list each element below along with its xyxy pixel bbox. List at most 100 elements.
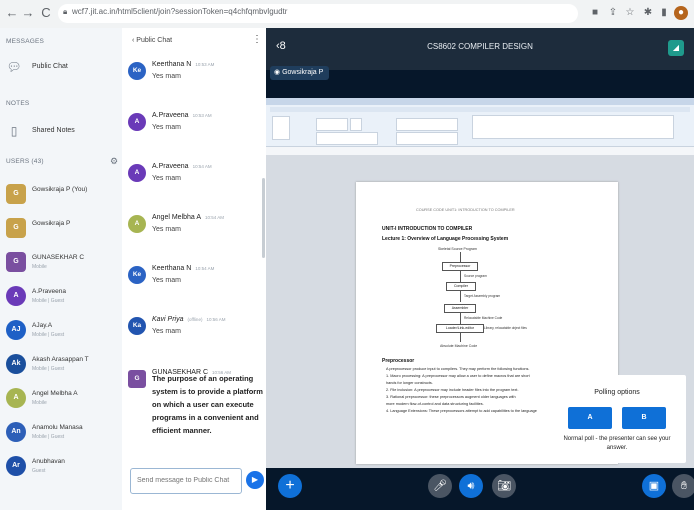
meeting-topbar: ‹8 CS8602 COMPILER DESIGN ◢ xyxy=(266,28,694,70)
reload-icon[interactable]: C xyxy=(38,5,54,21)
paragraph-buttons xyxy=(396,118,458,131)
user-list-item[interactable]: An Anamolu Manasa Mobile | Guest xyxy=(6,420,116,456)
user-status: Guest xyxy=(32,468,46,474)
message-time: 10:54 AM xyxy=(192,164,212,169)
offline-label: (offline) xyxy=(187,317,203,322)
user-name: Gowsikraja P xyxy=(32,220,71,227)
avatar: G xyxy=(6,184,26,204)
poll-note: Normal poll - the presenter can see your… xyxy=(563,436,671,451)
user-list-item[interactable]: AJ AJay.A Mobile | Guest xyxy=(6,318,116,354)
message-time: 10:53 AM xyxy=(195,62,215,67)
format-buttons xyxy=(316,132,378,145)
avatar: A xyxy=(128,215,146,233)
poll-option-b-button[interactable]: B xyxy=(622,407,666,429)
section-heading: Preprocessor xyxy=(382,358,415,364)
connection-status-icon[interactable]: ◢ xyxy=(668,40,684,56)
chat-bubbles-icon: 💬︎ xyxy=(6,60,22,74)
flow-box-compiler: Compiler xyxy=(446,282,476,291)
user-status: Mobile | Guest xyxy=(32,366,65,372)
poll-title: Polling options xyxy=(594,389,640,396)
notes-section-header: NOTES xyxy=(6,100,30,107)
user-name: A.Praveena xyxy=(32,288,66,295)
user-status: Mobile | Guest xyxy=(32,332,65,338)
styles-gallery xyxy=(472,115,674,139)
chat-header[interactable]: ‹ Public Chat xyxy=(132,37,172,44)
audio-speaker-button[interactable]: 🔊︎ xyxy=(459,474,483,498)
send-message-button[interactable]: ▶ xyxy=(246,471,264,489)
message-input-field[interactable] xyxy=(137,477,237,484)
user-list-item[interactable]: A Angel Melbha A Mobile xyxy=(6,386,116,422)
actions-plus-button[interactable]: + xyxy=(278,474,302,498)
avatar: A xyxy=(128,164,146,182)
public-chat-panel: ‹ Public Chat ⋮ Ke Keerthana N 10:53 AM Yes… xyxy=(122,28,267,510)
user-list-item[interactable]: Ar Anubhavan Guest xyxy=(6,454,116,490)
user-status: Mobile | Guest xyxy=(32,434,65,440)
avatar: G xyxy=(128,370,146,388)
sidebar-item-public-chat[interactable]: 💬︎ Public Chat xyxy=(6,58,116,78)
profile-avatar-icon[interactable]: ● xyxy=(674,6,688,20)
bookmark-star-icon[interactable]: ☆ xyxy=(623,6,637,20)
word-title-bar xyxy=(266,98,694,105)
flow-label: Relocatable Machine Code xyxy=(464,316,503,320)
presenter-icon: ◉ xyxy=(274,69,283,76)
user-list-item[interactable]: Ak Akash Arasappan T Mobile | Guest xyxy=(6,352,116,388)
avatar: Ke xyxy=(128,62,146,80)
message-text: Yes mam xyxy=(152,73,181,80)
camera-icon[interactable]: 📷︎ xyxy=(492,474,516,498)
raise-hand-icon[interactable]: ✋︎ xyxy=(672,474,694,498)
message-text: Yes mam xyxy=(152,328,181,335)
back-icon[interactable]: ← xyxy=(4,5,20,21)
chat-scrollbar[interactable] xyxy=(262,178,265,258)
more-options-icon[interactable]: ⋮ xyxy=(252,34,262,45)
user-name: Anubhavan xyxy=(32,458,65,465)
avatar: An xyxy=(6,422,26,442)
avatar: G xyxy=(6,252,26,272)
message-author: Kavi Priya (offline) 10:56 AM xyxy=(152,316,226,323)
message-author: Angel Melbha A 10:54 AM xyxy=(152,214,225,221)
flow-label: Target Assembly program xyxy=(464,294,501,298)
extension-icon[interactable]: ■ xyxy=(588,6,602,20)
messages-section-header: MESSAGES xyxy=(6,38,45,45)
user-list-item[interactable]: G Gowsikraja P (You) xyxy=(6,182,116,218)
avatar: A xyxy=(6,286,26,306)
tab-icon[interactable]: ▮ xyxy=(657,6,671,20)
message-time: 10:56 AM xyxy=(206,317,226,322)
word-menu-tabs xyxy=(270,107,690,112)
avatar: Ak xyxy=(6,354,26,374)
flow-arrow xyxy=(460,270,461,282)
user-name: AJay.A xyxy=(32,322,53,329)
avatar: A xyxy=(6,388,26,408)
sidebar-item-label: Public Chat xyxy=(32,63,68,70)
word-ribbon xyxy=(266,98,694,155)
user-name: Gowsikraja P (You) xyxy=(32,186,88,193)
message-author: Keerthana N 10:53 AM xyxy=(152,61,215,68)
user-status: Mobile | Guest xyxy=(32,298,65,304)
poll-option-a-button[interactable]: A xyxy=(568,407,612,429)
message-time: 10:53 AM xyxy=(192,113,212,118)
avatar: AJ xyxy=(6,320,26,340)
sidebar-item-shared-notes[interactable]: ▯ Shared Notes xyxy=(6,122,116,142)
gear-icon[interactable]: ⚙ xyxy=(110,156,118,167)
user-list-item[interactable]: G GUNASEKHAR C Mobile xyxy=(6,250,116,286)
user-status: Mobile xyxy=(32,400,47,406)
avatar: G xyxy=(6,218,26,238)
url-text: wcf7.jit.ac.in/html5client/join?sessionT… xyxy=(72,7,288,16)
user-list-item[interactable]: A A.Praveena Mobile | Guest xyxy=(6,284,116,320)
notes-page-icon: ▯ xyxy=(10,124,18,138)
share-icon[interactable]: ⇪ xyxy=(606,6,620,20)
presentation-toggle-button[interactable]: ▣ xyxy=(642,474,666,498)
flow-label: Source program xyxy=(464,274,487,278)
microphone-icon[interactable]: 🎤︎ xyxy=(428,474,452,498)
extensions-puzzle-icon[interactable]: ✱ xyxy=(641,6,655,20)
address-bar[interactable]: 🔒︎ wcf7.jit.ac.in/html5client/join?sessi… xyxy=(58,4,578,23)
message-author: A.Praveena 10:54 AM xyxy=(152,163,212,170)
user-list-sidebar: MESSAGES 💬︎ Public Chat NOTES ▯ Shared N… xyxy=(0,28,123,510)
user-list-item[interactable]: G Gowsikraja P xyxy=(6,216,116,252)
forward-icon[interactable]: → xyxy=(20,5,36,21)
paste-icon xyxy=(272,116,290,140)
flow-label: Library, relocatable object files xyxy=(484,326,527,330)
flow-arrow xyxy=(460,332,461,342)
chat-message-input[interactable] xyxy=(130,468,242,494)
user-name: Anamolu Manasa xyxy=(32,424,83,431)
flow-arrow xyxy=(460,312,461,324)
